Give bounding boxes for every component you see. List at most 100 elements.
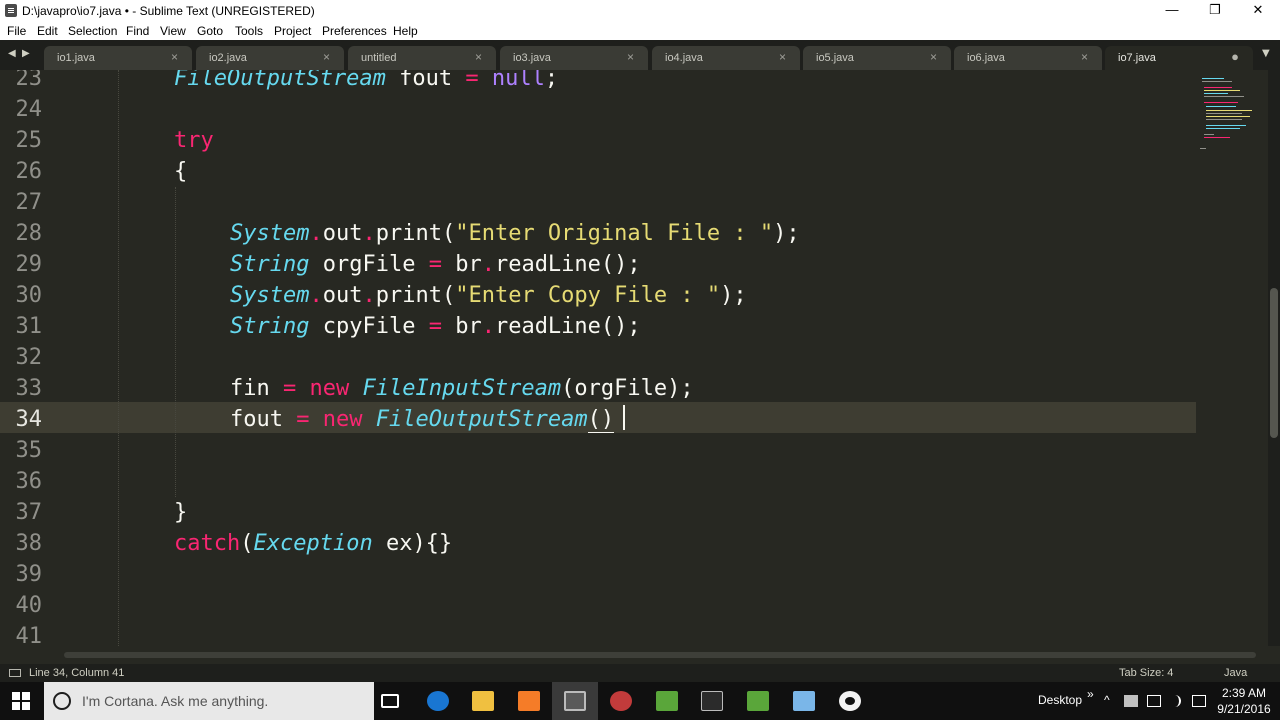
line-number: 27 xyxy=(15,190,43,215)
tab-label: untitled xyxy=(361,52,397,64)
minimap[interactable] xyxy=(1196,70,1268,646)
code-line-26: { xyxy=(174,159,188,184)
network-warning-icon[interactable] xyxy=(1124,695,1138,707)
minimap-line xyxy=(1204,137,1230,138)
horizontal-scrollbar-thumb[interactable] xyxy=(64,652,1256,658)
menu-help[interactable]: Help xyxy=(393,24,418,38)
code-line-33: fin = new FileInputStream(orgFile); xyxy=(230,376,694,401)
menu-project[interactable]: Project xyxy=(274,24,311,38)
camtasia-recorder-icon[interactable] xyxy=(747,691,769,711)
tab-scroll-left-icon[interactable]: ◀ xyxy=(8,48,16,59)
clock-time: 2:39 AM xyxy=(1221,686,1267,700)
tab-io6-java[interactable]: io6.java × xyxy=(954,46,1102,70)
tab-io5-java[interactable]: io5.java × xyxy=(803,46,951,70)
paint-app-icon[interactable] xyxy=(518,691,540,711)
show-hidden-icons-icon[interactable]: ^ xyxy=(1104,693,1110,707)
windows-start-icon[interactable] xyxy=(12,692,30,710)
panel-toggle-icon[interactable] xyxy=(9,669,21,677)
menu-find[interactable]: Find xyxy=(126,24,149,38)
minimap-line xyxy=(1206,119,1242,120)
title-bar: D:\javapro\io7.java • - Sublime Text (UN… xyxy=(0,0,1280,22)
tab-overflow-icon[interactable]: ▼ xyxy=(1262,48,1270,59)
tab-label: io6.java xyxy=(967,52,1005,64)
code-line-38: catch(Exception ex){} xyxy=(174,531,453,556)
unsaved-dot-icon[interactable]: ● xyxy=(1231,49,1239,64)
cortana-search-box[interactable]: I'm Cortana. Ask me anything. xyxy=(44,682,374,720)
file-explorer-icon[interactable] xyxy=(472,691,494,711)
tab-close-icon[interactable]: × xyxy=(627,50,634,64)
tab-close-icon[interactable]: × xyxy=(475,50,482,64)
tab-label: io4.java xyxy=(665,52,703,64)
command-prompt-icon[interactable] xyxy=(701,691,723,711)
system-clock[interactable]: 2:39 AM 9/21/2016 xyxy=(1214,685,1274,717)
line-number: 25 xyxy=(15,128,43,153)
menu-tools[interactable]: Tools xyxy=(235,24,263,38)
close-button[interactable]: ✕ xyxy=(1236,0,1280,22)
line-number: 28 xyxy=(15,221,43,246)
code-line-23: FileOutputStream fout = null; xyxy=(174,70,559,91)
camtasia-icon[interactable] xyxy=(656,691,678,711)
line-number: 36 xyxy=(15,469,43,494)
line-number: 40 xyxy=(15,593,43,618)
tab-close-icon[interactable]: × xyxy=(779,50,786,64)
cortana-icon xyxy=(53,692,71,710)
minimap-line xyxy=(1206,116,1250,117)
minimap-line xyxy=(1202,78,1224,79)
sublime-text-taskbar-icon[interactable] xyxy=(564,691,586,711)
minimap-line xyxy=(1204,87,1232,88)
minimap-line xyxy=(1206,125,1246,126)
tab-close-icon[interactable]: × xyxy=(323,50,330,64)
code-line-29: String orgFile = br.readLine(); xyxy=(230,252,641,277)
window-title: D:\javapro\io7.java • - Sublime Text (UN… xyxy=(22,4,315,18)
tab-scroll-right-icon[interactable]: ▶ xyxy=(22,48,30,59)
menu-preferences[interactable]: Preferences xyxy=(322,24,387,38)
horizontal-scrollbar[interactable] xyxy=(0,646,1280,664)
clock-date: 9/21/2016 xyxy=(1217,702,1271,716)
line-number: 29 xyxy=(15,252,43,277)
vertical-scrollbar-thumb[interactable] xyxy=(1270,288,1278,438)
action-center-icon[interactable] xyxy=(1192,695,1206,707)
notepad-icon[interactable] xyxy=(793,691,815,711)
menu-view[interactable]: View xyxy=(160,24,186,38)
tab-close-icon[interactable]: × xyxy=(1081,50,1088,64)
line-number: 30 xyxy=(15,283,43,308)
tab-io7-java[interactable]: io7.java ● xyxy=(1105,46,1253,70)
task-view-icon[interactable] xyxy=(381,694,399,708)
code-line-28: System.out.print("Enter Original File : … xyxy=(230,221,800,246)
minimize-button[interactable]: — xyxy=(1150,0,1194,22)
text-cursor xyxy=(623,405,625,430)
menu-goto[interactable]: Goto xyxy=(197,24,223,38)
menu-edit[interactable]: Edit xyxy=(37,24,58,38)
line-number: 24 xyxy=(15,97,43,122)
tab-io2-java[interactable]: io2.java × xyxy=(196,46,344,70)
minimap-line xyxy=(1202,81,1232,82)
code-editor[interactable]: 23 24 25 26 27 28 29 30 31 32 33 34 35 3… xyxy=(0,70,1268,646)
tab-untitled[interactable]: untitled × xyxy=(348,46,496,70)
indent-guide xyxy=(175,187,176,497)
tab-close-icon[interactable]: × xyxy=(171,50,178,64)
battery-icon[interactable] xyxy=(1147,695,1161,707)
menu-file[interactable]: File xyxy=(7,24,26,38)
tab-io4-java[interactable]: io4.java × xyxy=(652,46,800,70)
media-app-icon[interactable] xyxy=(610,691,632,711)
minimap-line xyxy=(1206,110,1252,111)
lightbulb-icon[interactable] xyxy=(839,691,861,711)
minimap-line xyxy=(1200,148,1206,149)
line-number: 38 xyxy=(15,531,43,556)
tab-close-icon[interactable]: × xyxy=(930,50,937,64)
toolbar-chevron-icon[interactable]: » xyxy=(1087,687,1094,701)
restore-button[interactable]: ❐ xyxy=(1193,0,1237,22)
menu-selection[interactable]: Selection xyxy=(68,24,117,38)
desktop-toolbar-label[interactable]: Desktop xyxy=(1038,693,1082,707)
tab-io3-java[interactable]: io3.java × xyxy=(500,46,648,70)
tab-size-selector[interactable]: Tab Size: 4 xyxy=(1119,667,1173,679)
syntax-selector[interactable]: Java xyxy=(1224,667,1247,679)
volume-icon[interactable] xyxy=(1169,695,1181,707)
minimap-line xyxy=(1204,93,1228,94)
line-number: 41 xyxy=(15,624,43,646)
tab-io1-java[interactable]: io1.java × xyxy=(44,46,192,70)
vertical-scrollbar[interactable] xyxy=(1268,70,1280,646)
edge-browser-icon[interactable] xyxy=(427,691,449,711)
minimap-line xyxy=(1204,102,1238,103)
code-line-30: System.out.print("Enter Copy File : "); xyxy=(230,283,747,308)
